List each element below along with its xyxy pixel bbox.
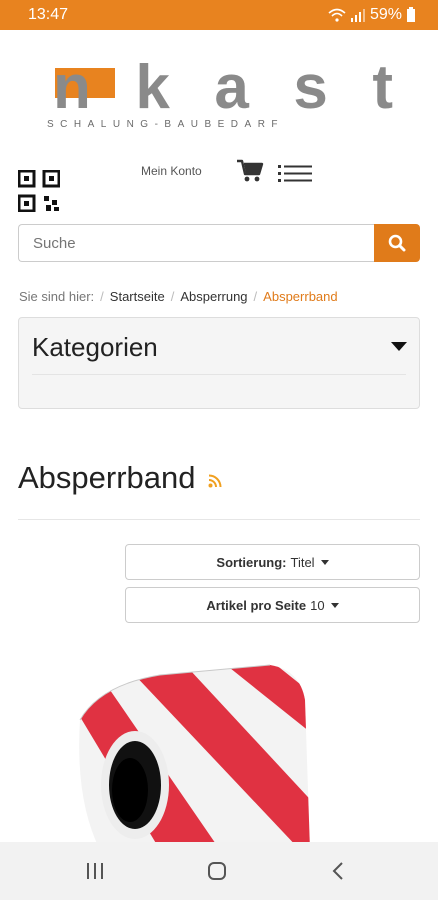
rss-feed-icon[interactable] bbox=[208, 474, 222, 488]
page-title: Absperrband bbox=[18, 460, 196, 495]
status-time: 13:47 bbox=[28, 6, 69, 23]
battery-icon bbox=[407, 7, 415, 22]
breadcrumb-separator: / bbox=[100, 289, 104, 304]
breadcrumb-separator: / bbox=[253, 289, 258, 304]
wifi-icon bbox=[328, 8, 346, 22]
battery-percent: 59% bbox=[369, 6, 402, 23]
qr-code-icon[interactable] bbox=[17, 169, 61, 213]
sort-label: Sortierung: bbox=[216, 554, 287, 570]
search-button[interactable] bbox=[374, 224, 420, 262]
caret-down-icon bbox=[320, 559, 329, 565]
sort-value: Titel bbox=[290, 554, 315, 570]
breadcrumb-prefix: Sie sind hier: bbox=[19, 289, 95, 304]
home-icon[interactable] bbox=[207, 861, 227, 881]
system-navigation-bar bbox=[0, 842, 438, 900]
caret-down-icon bbox=[330, 602, 339, 608]
categories-panel[interactable]: Kategorien bbox=[18, 317, 420, 409]
back-icon[interactable] bbox=[331, 861, 345, 881]
breadcrumb-separator: / bbox=[170, 289, 175, 304]
breadcrumb: Sie sind hier: / Startseite / Absperrung / Abs… bbox=[19, 289, 338, 304]
search-input[interactable] bbox=[18, 224, 374, 262]
menu-list-icon[interactable] bbox=[278, 163, 312, 183]
recent-apps-icon[interactable] bbox=[85, 862, 105, 880]
caret-down-icon[interactable] bbox=[391, 342, 407, 351]
status-bar: 13:47 59% bbox=[0, 0, 438, 30]
divider bbox=[18, 519, 420, 520]
per-page-value: 10 bbox=[310, 597, 325, 613]
signal-icon bbox=[350, 9, 365, 22]
product-image[interactable] bbox=[70, 660, 320, 850]
per-page-label: Artikel pro Seite bbox=[206, 597, 307, 613]
logo-tagline: SCHALUNG-BAUBEDARF bbox=[47, 119, 284, 130]
breadcrumb-item-startseite[interactable]: Startseite bbox=[110, 289, 165, 304]
status-icons: 59% bbox=[328, 6, 416, 24]
cart-icon[interactable] bbox=[236, 158, 264, 184]
site-logo[interactable]: nkast SCHALUNG-BAUBEDARF bbox=[45, 53, 395, 130]
divider bbox=[32, 374, 406, 375]
categories-title: Kategorien bbox=[32, 332, 158, 362]
sort-dropdown[interactable]: Sortierung: Titel bbox=[125, 544, 420, 580]
my-account-link[interactable]: Mein Konto bbox=[141, 164, 202, 178]
search-icon bbox=[388, 234, 406, 252]
items-per-page-dropdown[interactable]: Artikel pro Seite 10 bbox=[125, 587, 420, 623]
breadcrumb-item-current: Absperrband bbox=[263, 289, 338, 304]
breadcrumb-item-absperrung[interactable]: Absperrung bbox=[180, 289, 247, 304]
